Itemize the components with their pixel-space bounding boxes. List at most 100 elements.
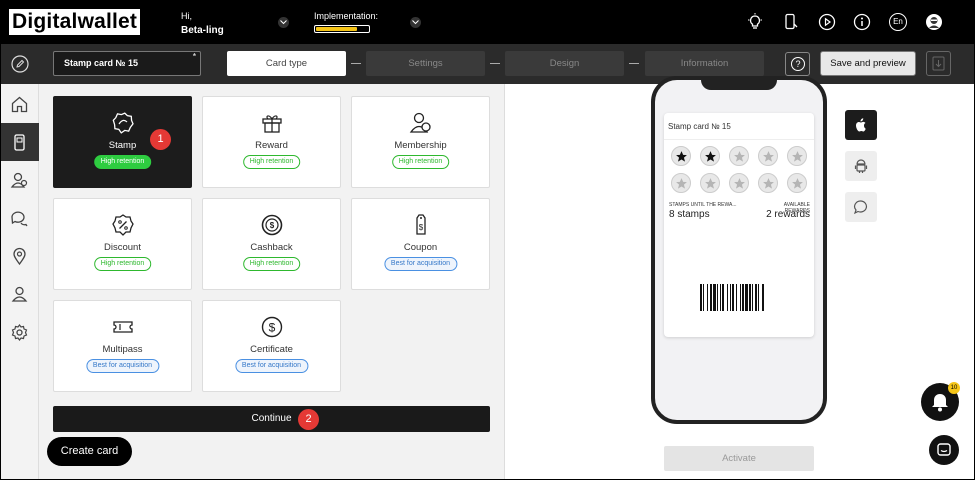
step-connector — [351, 63, 361, 64]
card-type-multipass[interactable]: Multipass Best for acquisition — [53, 300, 192, 392]
create-card-button[interactable]: Create card — [47, 437, 132, 466]
stamp-filled-star-icon — [671, 146, 691, 166]
nav-clients[interactable] — [0, 161, 39, 199]
android-preview-toggle[interactable] — [845, 151, 877, 181]
edit-pencil-icon[interactable] — [11, 55, 29, 73]
chat-bubble-icon — [853, 200, 868, 215]
step-design[interactable]: Design — [505, 51, 624, 76]
gear-icon — [11, 324, 28, 341]
home-icon — [11, 96, 28, 113]
app-logo[interactable]: Digitalwallet — [9, 9, 141, 35]
card-type-discount[interactable]: Discount High retention — [53, 198, 192, 290]
support-chat-button[interactable] — [929, 435, 959, 465]
save-and-preview-button[interactable]: Save and preview — [820, 51, 916, 76]
card-type-label: Discount — [104, 242, 141, 253]
retention-badge: High retention — [391, 155, 450, 169]
card-type-coupon[interactable]: $ Coupon Best for acquisition — [351, 198, 490, 290]
step-marker-1: 1 — [150, 129, 171, 150]
user-settings-icon — [11, 286, 28, 302]
user-avatar-icon[interactable] — [925, 13, 943, 31]
phone-scan-icon[interactable] — [782, 13, 800, 31]
cashback-icon: $ — [260, 213, 284, 237]
stamp-empty-star-icon — [671, 173, 691, 193]
users-icon — [10, 172, 28, 188]
lightbulb-icon[interactable] — [746, 13, 764, 31]
coupon-tag-icon: $ — [409, 213, 433, 237]
acquisition-badge: Best for acquisition — [383, 257, 458, 271]
retention-badge: High retention — [93, 257, 152, 271]
download-button[interactable] — [926, 51, 951, 76]
help-icon: ? — [791, 57, 805, 71]
continue-button[interactable]: Continue — [53, 406, 490, 432]
acquisition-badge: Best for acquisition — [234, 359, 309, 373]
membership-icon — [409, 111, 433, 135]
implementation-chevron-icon[interactable] — [410, 17, 421, 28]
step-marker-2: 2 — [298, 409, 319, 430]
stamp-empty-star-icon — [787, 146, 807, 166]
step-connector — [629, 63, 639, 64]
greeting-text: Hi, — [181, 11, 192, 21]
stamp-filled-star-icon — [700, 146, 720, 166]
card-type-label: Reward — [255, 140, 288, 151]
card-type-label: Multipass — [102, 344, 143, 355]
percent-badge-icon — [111, 213, 135, 237]
chat-bubbles-icon — [11, 211, 28, 227]
card-type-cashback[interactable]: $ Cashback High retention — [202, 198, 341, 290]
card-name-value: Stamp card № 15 — [64, 58, 139, 68]
gift-icon — [260, 111, 284, 135]
step-connector — [490, 63, 500, 64]
required-asterisk: * — [192, 52, 196, 61]
svg-text:$: $ — [269, 321, 276, 335]
retention-badge: High retention — [242, 257, 301, 271]
nav-home[interactable] — [0, 85, 39, 123]
message-preview-toggle[interactable] — [845, 192, 877, 222]
card-type-membership[interactable]: Membership High retention — [351, 96, 490, 188]
svg-text:$: $ — [270, 221, 275, 230]
nav-cards[interactable] — [0, 123, 39, 161]
card-type-label: Certificate — [250, 344, 293, 355]
apple-preview-toggle[interactable] — [845, 110, 877, 140]
preview-divider — [664, 139, 814, 140]
retention-badge: High retention — [242, 155, 301, 169]
language-selector[interactable]: En — [889, 13, 907, 31]
dollar-circle-icon: $ — [260, 315, 284, 339]
card-type-certificate[interactable]: $ Certificate Best for acquisition — [202, 300, 341, 392]
phone-notch — [701, 80, 777, 90]
card-name-input[interactable]: Stamp card № 15 * — [53, 51, 201, 76]
info-circle-icon[interactable] — [853, 13, 871, 31]
preview-card-title: Stamp card № 15 — [668, 122, 731, 131]
card-type-label: Membership — [394, 140, 447, 151]
nav-settings[interactable] — [0, 313, 39, 351]
stamp-empty-star-icon — [700, 173, 720, 193]
acquisition-badge: Best for acquisition — [85, 359, 160, 373]
nav-locations[interactable] — [0, 237, 39, 275]
card-type-stamp[interactable]: Stamp High retention — [53, 96, 192, 188]
card-device-icon — [14, 134, 25, 151]
user-greeting: Hi, Beta-ling — [181, 11, 224, 36]
step-card-type[interactable]: Card type — [227, 51, 346, 76]
nav-managers[interactable] — [0, 275, 39, 313]
chat-icon — [937, 443, 951, 456]
play-circle-icon[interactable] — [818, 13, 836, 31]
stamp-empty-star-icon — [758, 173, 778, 193]
step-settings[interactable]: Settings — [366, 51, 485, 76]
available-rewards-value: 2 rewards — [766, 209, 810, 220]
user-menu-chevron-icon[interactable] — [278, 17, 289, 28]
retention-badge: High retention — [93, 155, 152, 169]
notifications-button[interactable]: 10 — [921, 382, 960, 421]
card-type-label: Cashback — [250, 242, 293, 253]
activate-button[interactable]: Activate — [664, 446, 814, 471]
help-button[interactable]: ? — [785, 52, 810, 76]
notification-count: 10 — [948, 382, 960, 394]
barcode — [700, 284, 764, 311]
card-type-reward[interactable]: Reward High retention — [202, 96, 341, 188]
android-icon — [854, 159, 868, 173]
stamps-until-value: 8 stamps — [669, 209, 710, 220]
step-information[interactable]: Information — [645, 51, 764, 76]
card-type-label: Coupon — [403, 242, 438, 253]
implementation-progress-bar — [314, 25, 370, 33]
stamps-until-label: STAMPS UNTIL THE REWA... — [669, 202, 737, 208]
nav-messages[interactable] — [0, 199, 39, 237]
stamp-empty-star-icon — [729, 173, 749, 193]
stamp-empty-star-icon — [758, 146, 778, 166]
